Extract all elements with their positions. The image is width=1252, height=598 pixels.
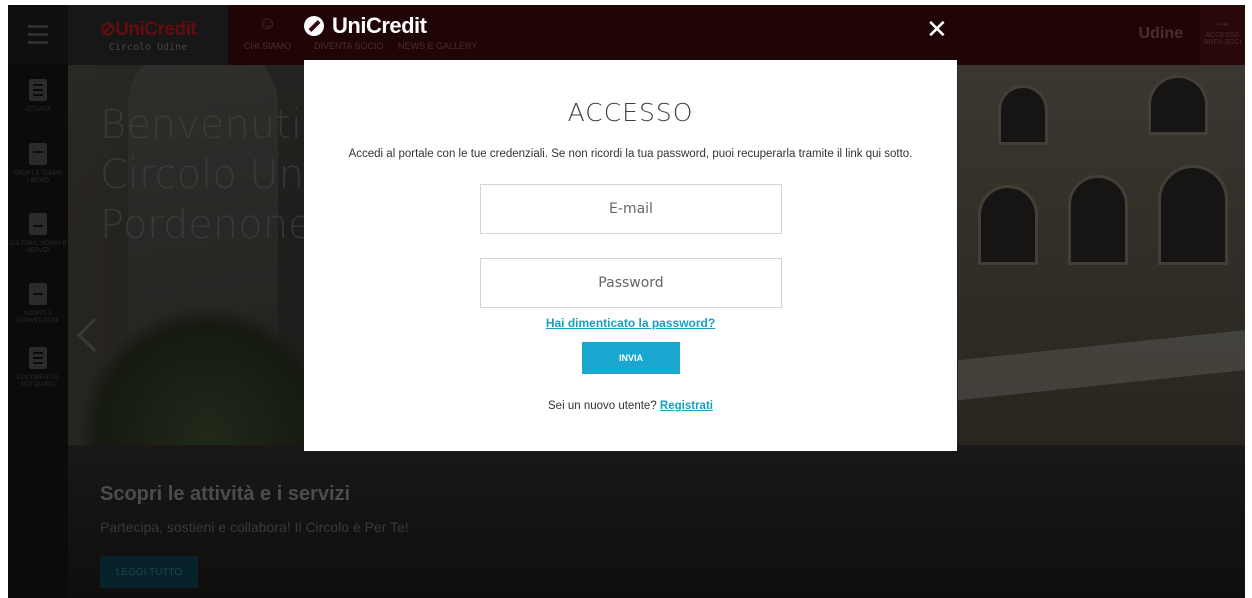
- modal-description: Accedi al portale con le tue credenziali…: [348, 148, 913, 160]
- new-user-text: Sei un nuovo utente? Registrati: [548, 400, 713, 412]
- modal-brand-logo: UniCredit: [304, 13, 427, 39]
- modal-title: ACCESSO: [567, 98, 694, 127]
- forgot-password-link[interactable]: Hai dimenticato la password?: [304, 316, 957, 330]
- submit-button[interactable]: INVIA: [582, 342, 680, 374]
- page-frame: Benvenuti Circolo Uni Pordenone Scopri l…: [8, 5, 1245, 598]
- register-link[interactable]: Registrati: [660, 400, 713, 412]
- unicredit-logo-icon: [304, 16, 324, 36]
- email-field[interactable]: [480, 184, 782, 234]
- password-field[interactable]: [480, 258, 782, 308]
- login-modal: ACCESSO Accedi al portale con le tue cre…: [304, 60, 957, 451]
- close-icon[interactable]: ✕: [926, 17, 948, 43]
